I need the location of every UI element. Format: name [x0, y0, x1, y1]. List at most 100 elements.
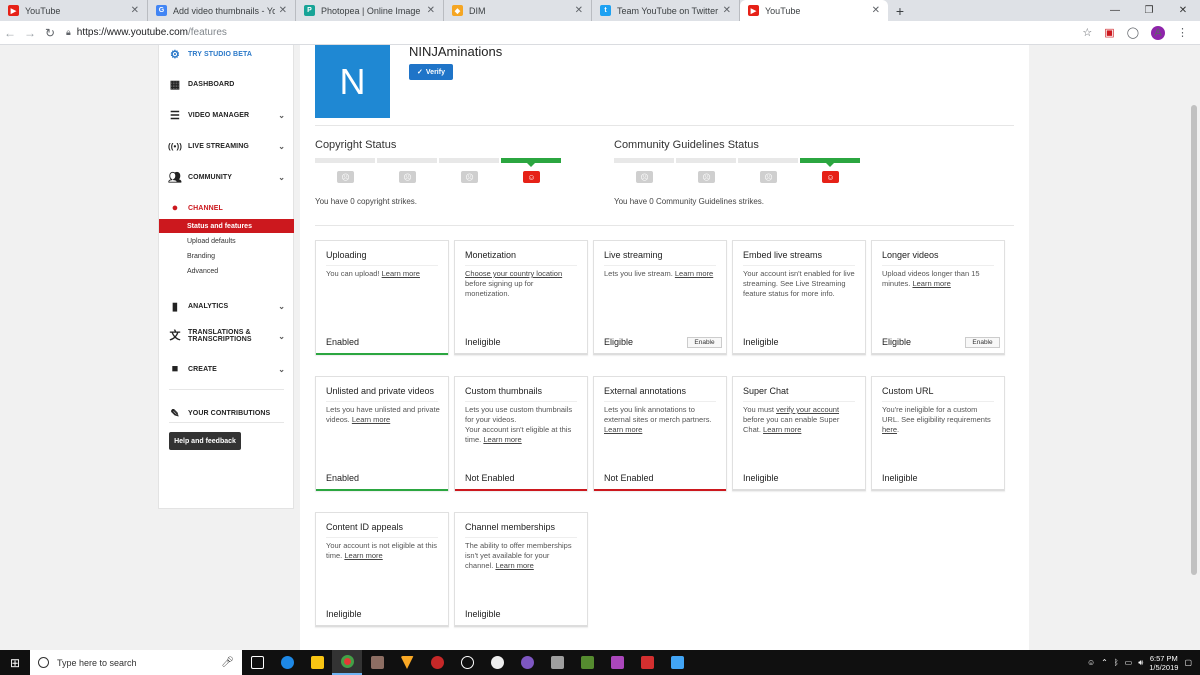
- sidebar-item-label: TRY STUDIO BETA: [188, 50, 252, 58]
- task-view-icon[interactable]: [242, 650, 272, 675]
- scrollbar-thumb[interactable]: [1191, 105, 1197, 575]
- bluetooth-icon[interactable]: ᛒ: [1114, 658, 1119, 667]
- close-window-icon[interactable]: ✕: [1166, 0, 1200, 21]
- people-icon[interactable]: ☺: [1087, 658, 1095, 667]
- app-icon-6[interactable]: [632, 650, 662, 675]
- country-location-link[interactable]: Choose your country location: [465, 269, 562, 278]
- extension-circle-icon[interactable]: ◯: [1127, 26, 1139, 39]
- guidelines-strike-faces: ☹ ☹ ☹ ☺: [636, 171, 884, 183]
- chrome-browser-icon[interactable]: [332, 650, 362, 675]
- card-divider: [882, 401, 994, 402]
- back-arrow-icon[interactable]: ←: [0, 26, 20, 40]
- app-icon-7[interactable]: [662, 650, 692, 675]
- sidebar-item-translations[interactable]: 文 TRANSLATIONS & TRANSCRIPTIONS ⌄: [159, 323, 295, 349]
- feature-card-super-chat: Super Chat You must verify your account …: [732, 376, 866, 491]
- restore-icon[interactable]: ❐: [1132, 0, 1166, 21]
- vlc-icon[interactable]: [392, 650, 422, 675]
- card-status-bar: [455, 353, 587, 355]
- card-description: Upload videos longer than 15 minutes. Le…: [882, 269, 996, 289]
- feature-card-custom-thumbnails: Custom thumbnails Lets you use custom th…: [454, 376, 588, 491]
- card-status: Eligible: [604, 337, 634, 347]
- sidebar-item-dashboard[interactable]: ▦ DASHBOARD: [159, 74, 295, 94]
- forward-arrow-icon[interactable]: →: [20, 26, 40, 40]
- close-tab-icon[interactable]: ✕: [131, 5, 139, 16]
- sidebar-item-label: CREATE: [188, 365, 217, 373]
- new-tab-button[interactable]: +: [888, 0, 912, 21]
- sidebar-item-contributions[interactable]: ✎ YOUR CONTRIBUTIONS: [159, 403, 295, 423]
- sidebar-item-live-streaming[interactable]: ((•)) LIVE STREAMING ⌄: [159, 136, 295, 156]
- browser-tab[interactable]: ◆ DIM ✕: [444, 0, 592, 21]
- help-feedback-button[interactable]: Help and feedback: [169, 432, 241, 450]
- learn-more-link[interactable]: Learn more: [763, 425, 801, 434]
- feature-card-embed-live: Embed live streams Your account isn't en…: [732, 240, 866, 355]
- sidebar-item-create[interactable]: ■ CREATE ⌄: [159, 359, 295, 379]
- close-tab-icon[interactable]: ✕: [279, 5, 287, 16]
- file-explorer-icon[interactable]: [302, 650, 332, 675]
- chevron-down-icon: ⌄: [278, 141, 285, 151]
- browser-tab-active[interactable]: ▶ YouTube ✕: [740, 0, 888, 21]
- verify-account-link[interactable]: verify your account: [776, 405, 839, 414]
- chevron-up-icon[interactable]: ⌃: [1101, 658, 1108, 667]
- app-icon-2[interactable]: [422, 650, 452, 675]
- learn-more-link[interactable]: Learn more: [382, 269, 420, 278]
- taskbar-search-input[interactable]: Type here to search 🎤︎: [30, 650, 242, 675]
- enable-longer-videos-button[interactable]: Enable: [965, 337, 1000, 348]
- feature-card-uploading: Uploading You can upload! Learn more Ena…: [315, 240, 449, 355]
- neutral-face-icon: ☹: [461, 171, 478, 183]
- card-title: Monetization: [465, 250, 517, 260]
- bookmark-star-icon[interactable]: ☆: [1082, 26, 1092, 39]
- learn-more-link[interactable]: Learn more: [352, 415, 390, 424]
- enable-live-streaming-button[interactable]: Enable: [687, 337, 722, 348]
- steam-icon[interactable]: [452, 650, 482, 675]
- notifications-icon[interactable]: ▢: [1184, 658, 1192, 667]
- learn-more-link[interactable]: Learn more: [675, 269, 713, 278]
- sidebar-subitem-branding[interactable]: Branding: [159, 249, 294, 263]
- sidebar-item-channel[interactable]: ● CHANNEL: [159, 198, 295, 218]
- minecraft-icon[interactable]: [572, 650, 602, 675]
- card-divider: [326, 401, 438, 402]
- sidebar-item-analytics[interactable]: ▮ ANALYTICS ⌄: [159, 296, 295, 316]
- learn-more-link[interactable]: Learn more: [912, 279, 950, 288]
- clock[interactable]: 6:57 PM 1/5/2019: [1149, 654, 1178, 672]
- minimize-icon[interactable]: —: [1098, 0, 1132, 21]
- learn-more-link[interactable]: Learn more: [344, 551, 382, 560]
- app-icon-3[interactable]: [512, 650, 542, 675]
- reload-icon[interactable]: ↻: [40, 26, 60, 40]
- sidebar-subitem-advanced[interactable]: Advanced: [159, 264, 294, 278]
- url-input[interactable]: 🔒︎ https://www.youtube.com/features: [60, 21, 1082, 45]
- microphone-icon[interactable]: 🎤︎: [221, 657, 234, 668]
- browser-tab[interactable]: ▶ YouTube ✕: [0, 0, 148, 21]
- close-tab-icon[interactable]: ✕: [427, 5, 435, 16]
- verify-button[interactable]: ✓ Verify: [409, 64, 453, 80]
- sidebar-item-studio-beta[interactable]: ⚙ TRY STUDIO BETA: [159, 45, 295, 64]
- close-tab-icon[interactable]: ✕: [872, 5, 880, 16]
- menu-kebab-icon[interactable]: ⋮: [1177, 26, 1188, 39]
- guidelines-status-title: Community Guidelines Status: [614, 139, 759, 151]
- page-scrollbar[interactable]: [1188, 45, 1200, 650]
- edge-browser-icon[interactable]: [272, 650, 302, 675]
- here-link[interactable]: here: [882, 425, 897, 434]
- browser-tab[interactable]: G Add video thumbnails - YouTube ✕: [148, 0, 296, 21]
- volume-icon[interactable]: 🔊︎: [1138, 658, 1143, 668]
- app-icon-1[interactable]: [362, 650, 392, 675]
- browser-tab[interactable]: t Team YouTube on Twitter: "To be ✕: [592, 0, 740, 21]
- sidebar-item-community[interactable]: 👥︎ COMMUNITY ⌄: [159, 167, 295, 187]
- sidebar-subitem-status-features[interactable]: Status and features: [159, 219, 294, 233]
- extension-icon[interactable]: ▣: [1104, 26, 1114, 39]
- windows-start-icon[interactable]: ⊞: [0, 650, 30, 675]
- learn-more-link[interactable]: Learn more: [604, 425, 642, 434]
- profile-avatar[interactable]: A: [1151, 25, 1165, 40]
- sidebar-subitem-upload-defaults[interactable]: Upload defaults: [159, 234, 294, 248]
- windows-taskbar: ⊞ Type here to search 🎤︎ ☺ ⌃ ᛒ ▭ 🔊︎ 6:57…: [0, 650, 1200, 675]
- sidebar-item-video-manager[interactable]: ☰ VIDEO MANAGER ⌄: [159, 105, 295, 125]
- app-icon-4[interactable]: [542, 650, 572, 675]
- sidebar-item-label: CHANNEL: [188, 204, 223, 212]
- learn-more-link[interactable]: Learn more: [495, 561, 533, 570]
- close-tab-icon[interactable]: ✕: [575, 5, 583, 16]
- close-tab-icon[interactable]: ✕: [723, 5, 731, 16]
- app-icon-5[interactable]: [602, 650, 632, 675]
- learn-more-link[interactable]: Learn more: [483, 435, 521, 444]
- network-icon[interactable]: ▭: [1125, 658, 1133, 667]
- headphones-icon[interactable]: [482, 650, 512, 675]
- browser-tab[interactable]: P Photopea | Online Image Editor ✕: [296, 0, 444, 21]
